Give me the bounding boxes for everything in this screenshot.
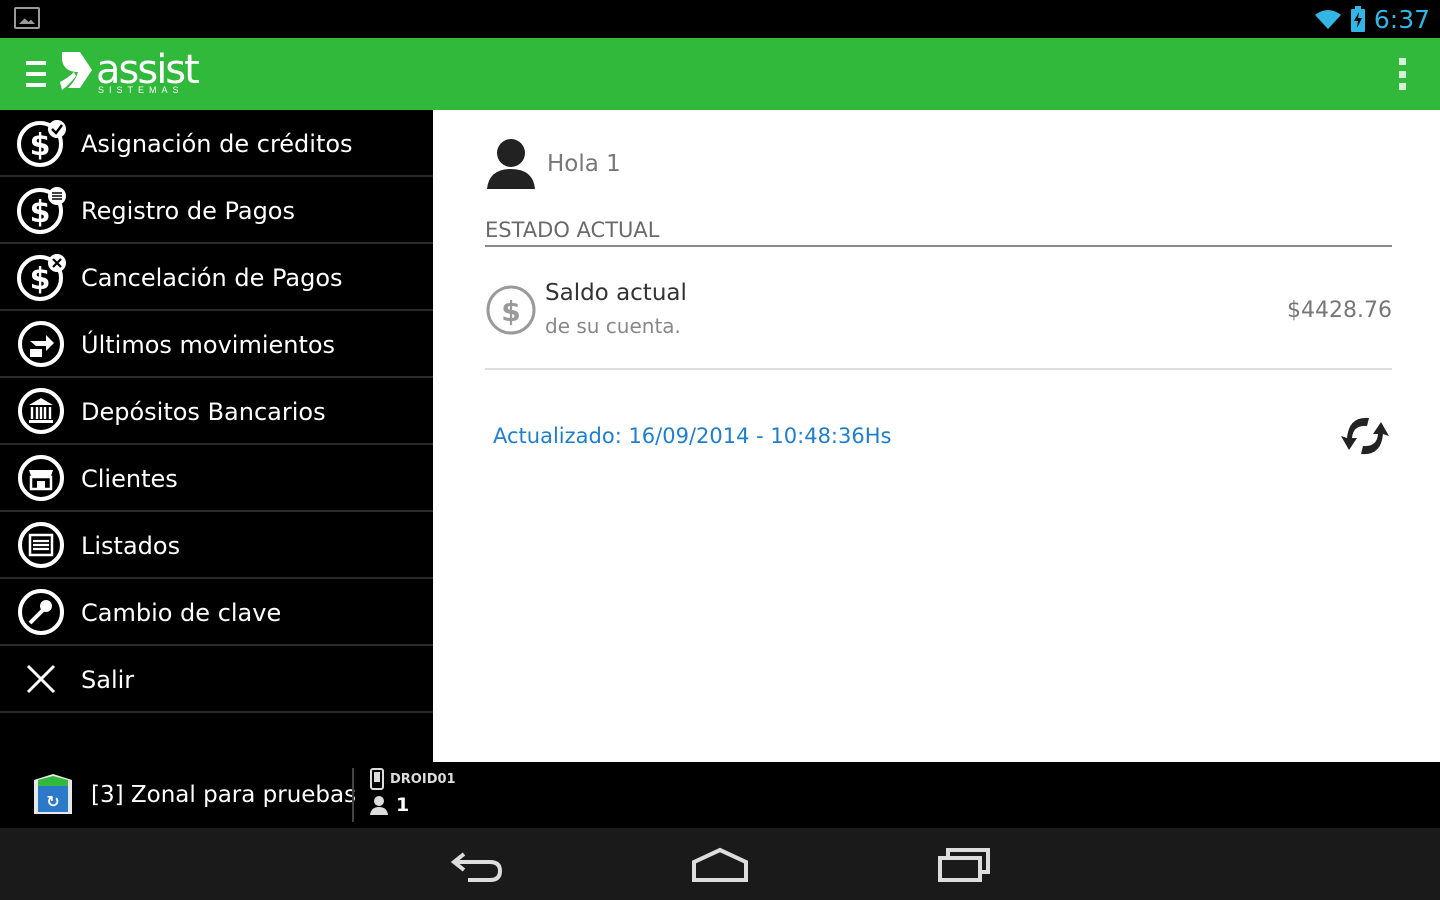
navigation-drawer: $ Asignación de créditos $ Registro de P…	[0, 110, 433, 762]
drawer-item-label: Últimos movimientos	[81, 330, 336, 359]
user-avatar-icon	[487, 139, 535, 189]
recents-icon[interactable]	[932, 844, 996, 884]
drawer-item-cambio-clave[interactable]: Cambio de clave	[0, 579, 433, 646]
bank-icon	[18, 388, 64, 434]
device-info: DROID01	[370, 768, 456, 790]
dollar-coin-icon: $	[486, 285, 536, 335]
payment-cancel-icon: $	[17, 254, 66, 301]
home-icon[interactable]	[688, 844, 752, 884]
svg-text:$: $	[30, 262, 51, 297]
zone-icon: ↻	[34, 774, 72, 814]
overflow-menu-icon[interactable]	[1398, 58, 1406, 90]
drawer-item-label: Depósitos Bancarios	[81, 397, 326, 426]
device-name: DROID01	[390, 771, 456, 787]
image-notification-icon	[14, 7, 40, 29]
status-bar: 6:37	[0, 0, 1440, 38]
movements-icon	[18, 321, 64, 367]
drawer-item-label: Listados	[81, 531, 181, 560]
updated-timestamp: Actualizado: 16/09/2014 - 10:48:36Hs	[493, 424, 892, 448]
drawer-item-salir[interactable]: Salir	[0, 646, 433, 713]
balance-title: Saldo actual	[545, 280, 687, 306]
drawer-item-label: Asignación de créditos	[81, 129, 353, 158]
balance-amount: $4428.76	[1287, 298, 1392, 323]
logo-mark-icon	[60, 52, 92, 90]
payment-register-icon: $	[17, 187, 66, 234]
clock: 6:37	[1373, 4, 1430, 34]
user-name: 1	[396, 794, 410, 816]
refresh-icon[interactable]	[1339, 412, 1391, 460]
clients-icon	[18, 455, 64, 501]
close-icon	[26, 664, 56, 694]
drawer-item-depositos-bancarios[interactable]: Depósitos Bancarios	[0, 378, 433, 445]
system-nav-bar	[0, 828, 1440, 900]
menu-icon[interactable]	[26, 61, 46, 87]
battery-charging-icon	[1350, 6, 1365, 32]
svg-text:$: $	[501, 295, 520, 328]
drawer-item-label: Salir	[81, 665, 135, 694]
user-info: 1	[368, 794, 409, 816]
drawer-item-listados[interactable]: Listados	[0, 512, 433, 579]
back-icon[interactable]	[446, 844, 510, 884]
main-content: Hola 1 ESTADO ACTUAL $ Saldo actual de s…	[433, 110, 1440, 762]
section-title: ESTADO ACTUAL	[485, 218, 660, 242]
footer-info-bar: ↻ [3] Zonal para pruebas DROID01 1	[0, 762, 1440, 828]
drawer-item-asignacion-creditos[interactable]: $ Asignación de créditos	[0, 110, 433, 177]
greeting-text: Hola 1	[547, 151, 621, 177]
divider	[485, 368, 1392, 370]
list-icon	[18, 522, 64, 568]
greeting: Hola 1	[485, 136, 621, 192]
drawer-item-label: Registro de Pagos	[81, 196, 295, 225]
balance-subtitle: de su cuenta.	[545, 314, 681, 338]
drawer-item-registro-pagos[interactable]: $ Registro de Pagos	[0, 177, 433, 244]
drawer-item-cancelacion-pagos[interactable]: $ Cancelación de Pagos	[0, 244, 433, 311]
user-icon	[370, 796, 388, 815]
zone-label: [3] Zonal para pruebas	[91, 782, 357, 808]
app-bar: assist SISTEMAS	[0, 38, 1440, 110]
key-icon	[18, 589, 64, 635]
status-right: 6:37	[1314, 0, 1430, 38]
drawer-item-label: Cancelación de Pagos	[81, 263, 343, 292]
svg-text:$: $	[30, 128, 51, 163]
drawer-item-clientes[interactable]: Clientes	[0, 445, 433, 512]
footer-separator	[352, 768, 354, 822]
section-header: ESTADO ACTUAL	[485, 218, 1392, 247]
wifi-icon	[1314, 10, 1341, 29]
svg-text:$: $	[30, 195, 51, 230]
svg-text:↻: ↻	[46, 792, 59, 811]
balance-row[interactable]: $ Saldo actual de su cuenta. $4428.76	[485, 278, 1392, 348]
drawer-item-label: Clientes	[81, 464, 178, 493]
credit-assign-icon: $	[17, 120, 66, 167]
phone-icon	[370, 768, 384, 790]
app-logo[interactable]: assist SISTEMAS	[58, 47, 200, 100]
logo-subtext: SISTEMAS	[98, 85, 184, 95]
logo-text: assist	[96, 47, 200, 93]
drawer-item-ultimos-movimientos[interactable]: Últimos movimientos	[0, 311, 433, 378]
drawer-item-label: Cambio de clave	[81, 598, 282, 627]
